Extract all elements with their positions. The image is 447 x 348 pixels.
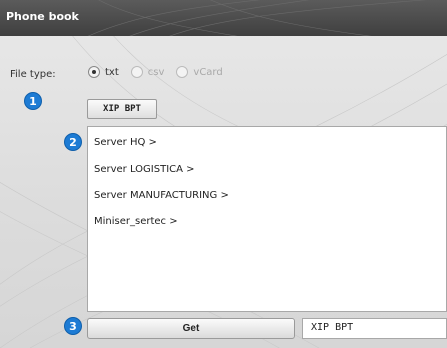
window-title: Phone book xyxy=(6,10,79,23)
radio-vcard-label: vCard xyxy=(193,66,223,78)
list-item-server-logistica[interactable]: Server LOGISTICA > xyxy=(94,164,195,175)
radio-vcard[interactable]: vCard xyxy=(176,66,223,78)
step-badge-3: 3 xyxy=(64,317,82,335)
radio-csv[interactable]: csv xyxy=(130,66,165,78)
list-item-server-manufacturing[interactable]: Server MANUFACTURING > xyxy=(94,190,229,201)
step-badge-1: 1 xyxy=(24,92,42,110)
list-item-miniser-sertec[interactable]: Miniser_sertec > xyxy=(94,216,178,227)
file-type-radio-group: txt csv vCard xyxy=(88,66,235,78)
get-button[interactable]: Get xyxy=(87,318,295,339)
xip-bpt-button[interactable]: XIP BPT xyxy=(87,99,157,119)
radio-csv-label: csv xyxy=(147,66,165,78)
step-badge-2: 2 xyxy=(64,133,82,151)
phone-book-window: Phone book File type: txt csv vCard 1 2 … xyxy=(0,0,447,348)
phonebook-name-field[interactable]: XIP BPT xyxy=(302,318,447,339)
server-list-panel: Server HQ > Server LOGISTICA > Server MA… xyxy=(87,126,447,312)
title-bar: Phone book xyxy=(0,0,447,36)
radio-vcard-indicator[interactable] xyxy=(176,66,189,78)
list-item-server-hq[interactable]: Server HQ > xyxy=(94,137,157,148)
radio-txt[interactable]: txt xyxy=(88,66,119,78)
file-type-label: File type: xyxy=(10,69,56,80)
radio-csv-indicator[interactable] xyxy=(130,66,143,78)
radio-txt-indicator[interactable] xyxy=(88,66,100,78)
radio-txt-label: txt xyxy=(105,66,119,78)
